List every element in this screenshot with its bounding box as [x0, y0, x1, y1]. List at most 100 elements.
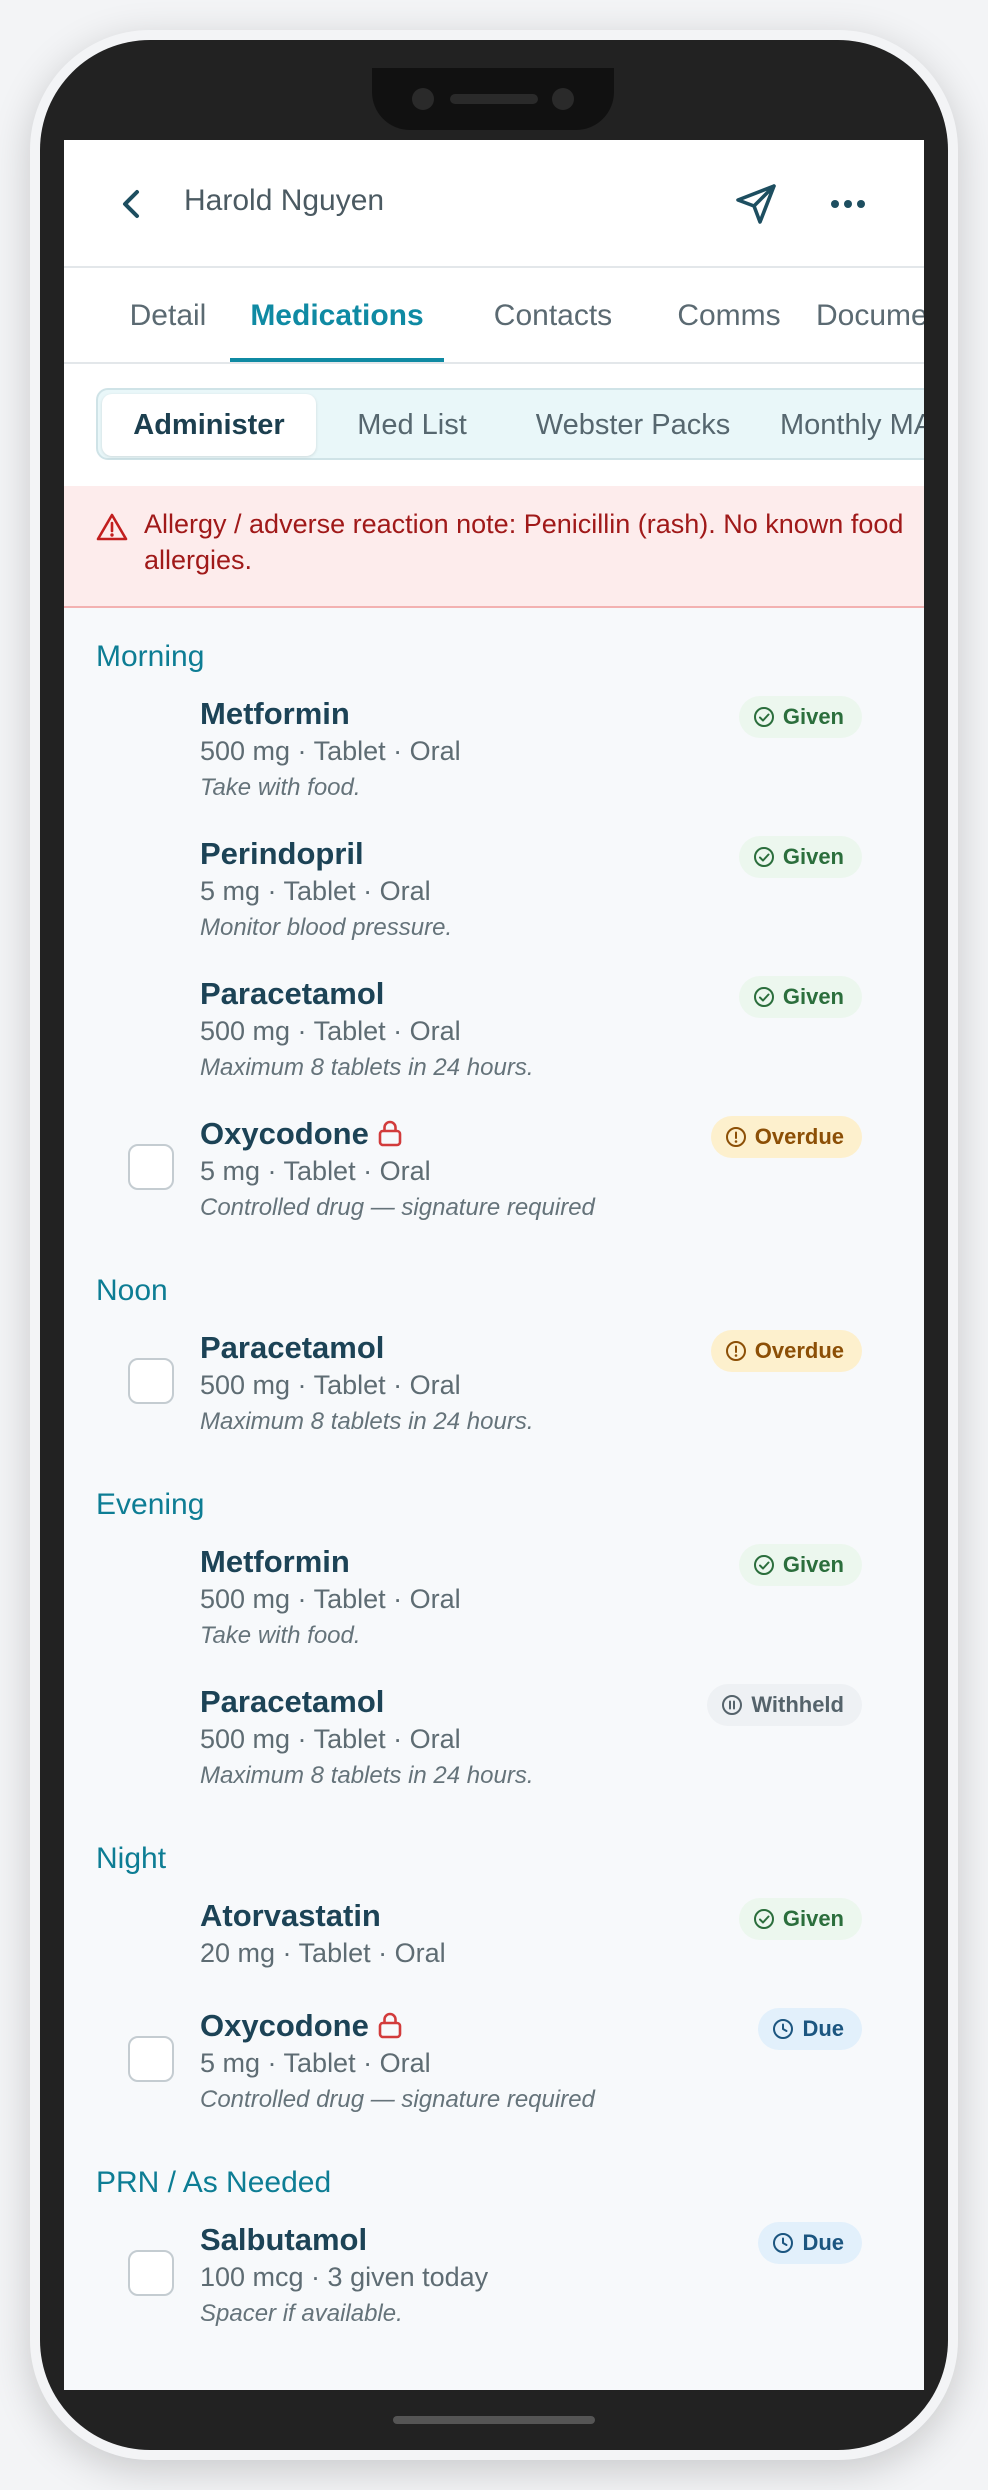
medication-instructions: Controlled drug — signature required [200, 2086, 595, 2113]
administer-checkbox[interactable] [128, 1144, 174, 1190]
medication-name: Oxycodone [200, 2008, 403, 2044]
medication-name-text: Oxycodone [200, 2008, 369, 2043]
alert-circle-icon [725, 1127, 746, 1147]
section-heading: Noon [96, 1274, 168, 1307]
status-label: Withheld [751, 1692, 844, 1717]
medication-name: Metformin [200, 1544, 350, 1580]
medication-name-text: Paracetamol [200, 976, 385, 1011]
subtab-bar: Administer Med List Webster Packs Monthl… [64, 364, 924, 488]
warning-icon [96, 513, 128, 541]
status-label: Given [782, 984, 844, 1009]
medication-row[interactable]: Perindopril 5 mg · Tablet · Oral Monitor b… [64, 836, 924, 948]
administer-checkbox[interactable] [128, 2250, 174, 2296]
status-label: Given [782, 1906, 844, 1931]
status-label: Given [782, 844, 844, 869]
medication-dose: 500 mg · Tablet · Oral [200, 1016, 461, 1046]
section-heading: PRN / As Needed [96, 2166, 332, 2199]
tab-documents[interactable]: Documents [816, 268, 924, 364]
medication-instructions: Take with food. [200, 774, 361, 801]
subtab-med-list[interactable]: Med List [320, 394, 504, 456]
medication-dose: 500 mg · Tablet · Oral [200, 736, 461, 766]
section-heading: Evening [96, 1488, 205, 1521]
medication-name-text: Metformin [200, 696, 350, 731]
more-options-button[interactable] [824, 180, 872, 228]
clock-icon [773, 2233, 794, 2253]
device-notch [372, 68, 614, 130]
medication-dose: 500 mg · Tablet · Oral [200, 1370, 461, 1400]
back-button[interactable] [110, 182, 154, 226]
allergy-text: Allergy / adverse reaction note: Penicil… [144, 509, 904, 575]
status-label: Due [802, 2230, 844, 2255]
medication-row[interactable]: Oxycodone 5 mg · Tablet · Oral Controlled … [64, 1116, 924, 1228]
subtab-webster-packs[interactable]: Webster Packs [512, 394, 754, 456]
medication-dose: 5 mg · Tablet · Oral [200, 1156, 431, 1186]
app-screen: Harold Nguyen Detail Medications Contact… [64, 140, 924, 2390]
medication-instructions: Maximum 8 tablets in 24 hours. [200, 1408, 534, 1435]
status-badge: Given [738, 836, 862, 878]
medication-name: Paracetamol [200, 1684, 384, 1720]
administer-checkbox[interactable] [128, 1358, 174, 1404]
medication-row[interactable]: Paracetamol 500 mg · Tablet · Oral Maximum… [64, 976, 924, 1088]
tab-contacts[interactable]: Contacts [458, 268, 648, 364]
status-badge: Given [738, 696, 862, 738]
medication-instructions: Maximum 8 tablets in 24 hours. [200, 1762, 534, 1789]
medication-name-text: Atorvastatin [200, 1898, 381, 1933]
medication-name-text: Paracetamol [200, 1684, 385, 1719]
active-tab-indicator [230, 358, 444, 362]
more-horizontal-icon [831, 200, 865, 208]
status-badge: Given [738, 1898, 862, 1940]
medication-name-text: Metformin [200, 1544, 350, 1579]
medication-row[interactable]: Paracetamol 500 mg · Tablet · Oral Maximum… [64, 1684, 924, 1796]
home-indicator[interactable] [393, 2416, 595, 2424]
status-label: Given [782, 1552, 844, 1577]
allergy-banner: Allergy / adverse reaction note: Penicil… [64, 486, 924, 608]
check-circle-icon [753, 1555, 774, 1575]
tab-comms[interactable]: Comms [654, 268, 804, 364]
medication-dose: 5 mg · Tablet · Oral [200, 2048, 431, 2078]
medication-instructions: Controlled drug — signature required [200, 1194, 595, 1221]
medication-instructions: Monitor blood pressure. [200, 914, 453, 941]
medication-instructions: Maximum 8 tablets in 24 hours. [200, 1054, 534, 1081]
medication-row[interactable]: Paracetamol 500 mg · Tablet · Oral Maximum… [64, 1330, 924, 1442]
status-badge: Due [758, 2222, 862, 2264]
tab-detail[interactable]: Detail [108, 268, 228, 364]
medication-name: Salbutamol [200, 2222, 367, 2258]
status-badge: Given [738, 976, 862, 1018]
check-circle-icon [753, 707, 774, 727]
medication-name: Metformin [200, 696, 350, 732]
medication-dose: 100 mcg · 3 given today [200, 2262, 489, 2292]
check-circle-icon [753, 987, 774, 1007]
medication-row[interactable]: Oxycodone 5 mg · Tablet · Oral Controlled … [64, 2008, 924, 2120]
medication-row[interactable]: Metformin 500 mg · Tablet · Oral Take with… [64, 696, 924, 808]
medication-row[interactable]: Salbutamol 100 mcg · 3 given today Spacer … [64, 2222, 924, 2334]
lock-icon [378, 1120, 402, 1147]
send-icon [736, 184, 776, 224]
medication-instructions: Spacer if available. [200, 2300, 403, 2327]
status-label: Due [802, 2016, 844, 2041]
subtab-monthly-mar[interactable]: Monthly MAR [780, 394, 924, 456]
medication-name: Perindopril [200, 836, 364, 872]
medication-dose: 5 mg · Tablet · Oral [200, 876, 431, 906]
camera-icon [412, 88, 434, 110]
medication-name-text: Perindopril [200, 836, 364, 871]
pause-circle-icon [722, 1695, 743, 1715]
medication-dose: 500 mg · Tablet · Oral [200, 1584, 461, 1614]
sensor-icon [552, 88, 574, 110]
tab-medications[interactable]: Medications [230, 268, 444, 364]
medication-name: Oxycodone [200, 1116, 403, 1152]
medication-row[interactable]: Atorvastatin 20 mg · Tablet · Oral Given [64, 1898, 924, 1972]
subtab-administer[interactable]: Administer [102, 394, 316, 456]
top-app-bar: Harold Nguyen [64, 140, 924, 268]
status-badge: Given [738, 1544, 862, 1586]
administer-checkbox[interactable] [128, 2036, 174, 2082]
status-badge: Overdue [710, 1116, 862, 1158]
status-badge: Withheld [707, 1684, 862, 1726]
segmented-control: Administer Med List Webster Packs Monthl… [96, 388, 924, 460]
send-button[interactable] [732, 180, 780, 228]
lock-icon [378, 2012, 402, 2039]
section-heading: Night [96, 1842, 167, 1875]
status-label: Overdue [754, 1124, 844, 1149]
medication-row[interactable]: Metformin 500 mg · Tablet · Oral Take with… [64, 1544, 924, 1656]
clock-icon [773, 2019, 794, 2039]
check-circle-icon [753, 847, 774, 867]
